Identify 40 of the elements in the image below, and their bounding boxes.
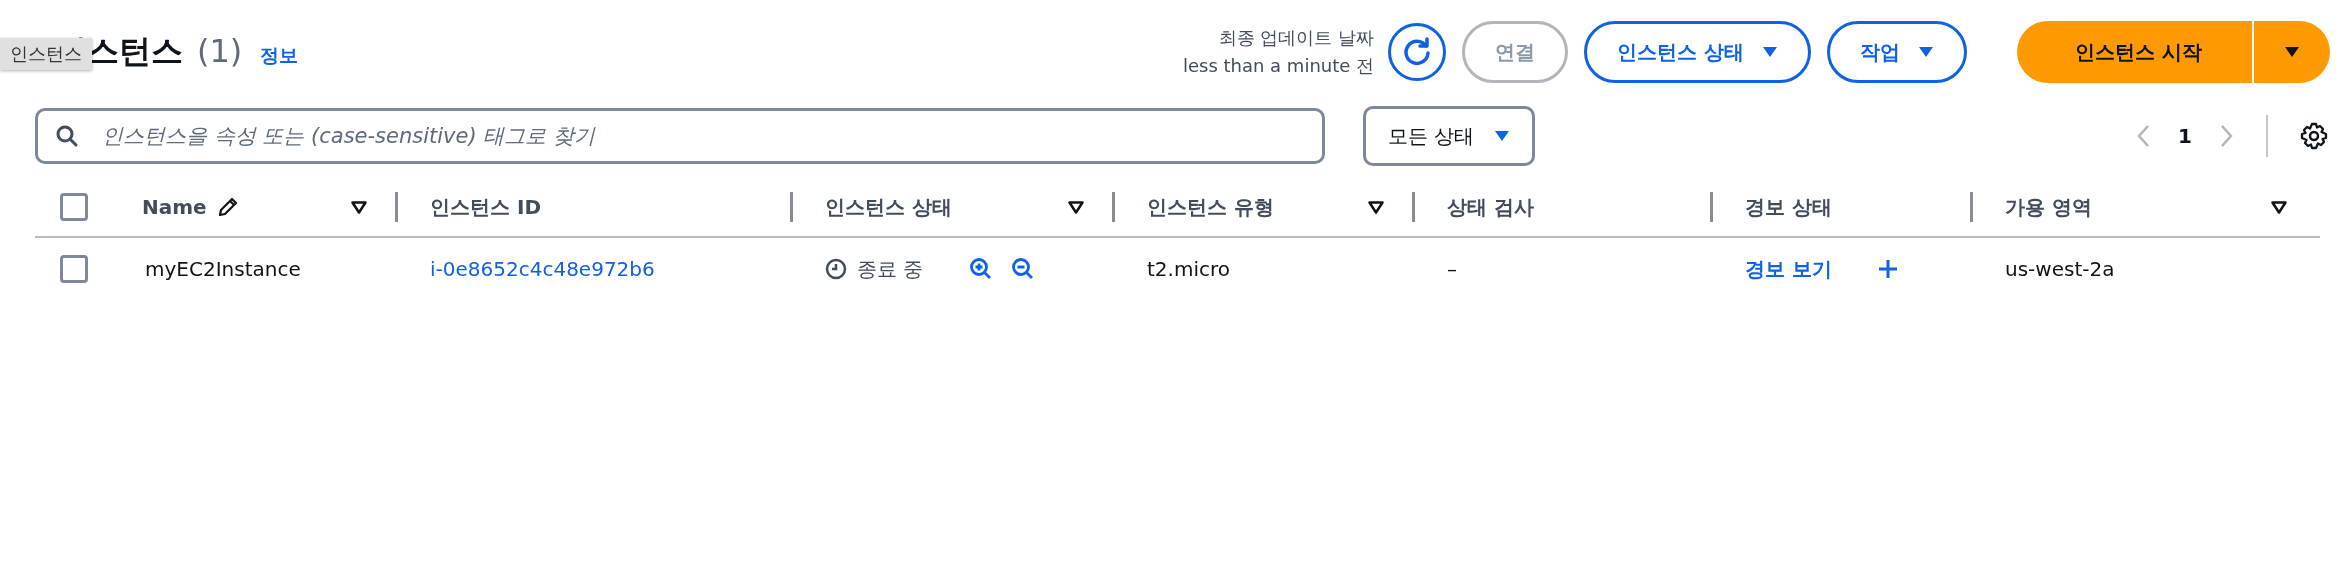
filter-caret-icon[interactable] — [1068, 200, 1084, 214]
settings-icon[interactable] — [2300, 122, 2328, 150]
search-field[interactable]: 인스턴스을 속성 또는 (case-sensitive) 태그로 찾기 — [35, 108, 1325, 164]
page-number[interactable]: 1 — [2178, 124, 2192, 148]
column-header[interactable]: 인스턴스 ID — [395, 192, 790, 222]
instance-state: 종료 중 — [857, 255, 924, 283]
filter-caret-icon[interactable] — [2271, 200, 2287, 214]
column-header[interactable]: Name — [110, 192, 395, 222]
last-updated-value: less than a minute 전 — [1182, 54, 1375, 78]
column-header[interactable]: 인스턴스 상태 — [790, 192, 1112, 222]
dropdown-button[interactable]: 작업 — [1827, 21, 1968, 83]
row-checkbox[interactable] — [60, 255, 88, 283]
state-filter-dropdown[interactable]: 모든 상태 — [1363, 106, 1536, 166]
availability-zone: us-west-2a — [2005, 257, 2115, 281]
launch-button[interactable]: 인스턴스 시작 — [2017, 21, 2252, 83]
caret-down-icon — [2284, 46, 2300, 58]
filter-caret-icon[interactable] — [351, 200, 367, 214]
filter-caret-icon[interactable] — [1368, 200, 1384, 214]
caret-down-icon — [1762, 46, 1779, 58]
last-updated-label: 최종 업데이트 날짜 — [1218, 26, 1375, 50]
select-all-checkbox[interactable] — [60, 193, 88, 221]
view-alarms-link[interactable]: 경보 보기 — [1745, 255, 1832, 283]
pencil-icon — [216, 196, 239, 218]
status-check: – — [1447, 257, 1457, 281]
column-header[interactable]: 상태 검사 — [1412, 192, 1710, 222]
dropdown-button[interactable]: 인스턴스 상태 — [1584, 21, 1812, 83]
caret-down-icon — [1918, 46, 1935, 58]
column-header[interactable]: 경보 상태 — [1710, 192, 1970, 222]
instance-id-link[interactable]: i-0e8652c4c48e972b6 — [430, 257, 655, 281]
instance-type: t2.micro — [1147, 257, 1230, 281]
column-header[interactable]: 인스턴스 유형 — [1112, 192, 1412, 222]
instance-name: myEC2Instance — [145, 257, 301, 281]
instance-count: (1) — [197, 32, 243, 70]
clock-icon — [825, 258, 847, 280]
refresh-button[interactable] — [1388, 23, 1447, 81]
search-icon — [55, 124, 79, 148]
caret-down-icon — [1494, 130, 1511, 142]
info-link[interactable]: 정보 — [260, 43, 299, 69]
plus-icon[interactable] — [1877, 259, 1898, 279]
column-header[interactable]: 가용 영역 — [1970, 192, 2315, 222]
